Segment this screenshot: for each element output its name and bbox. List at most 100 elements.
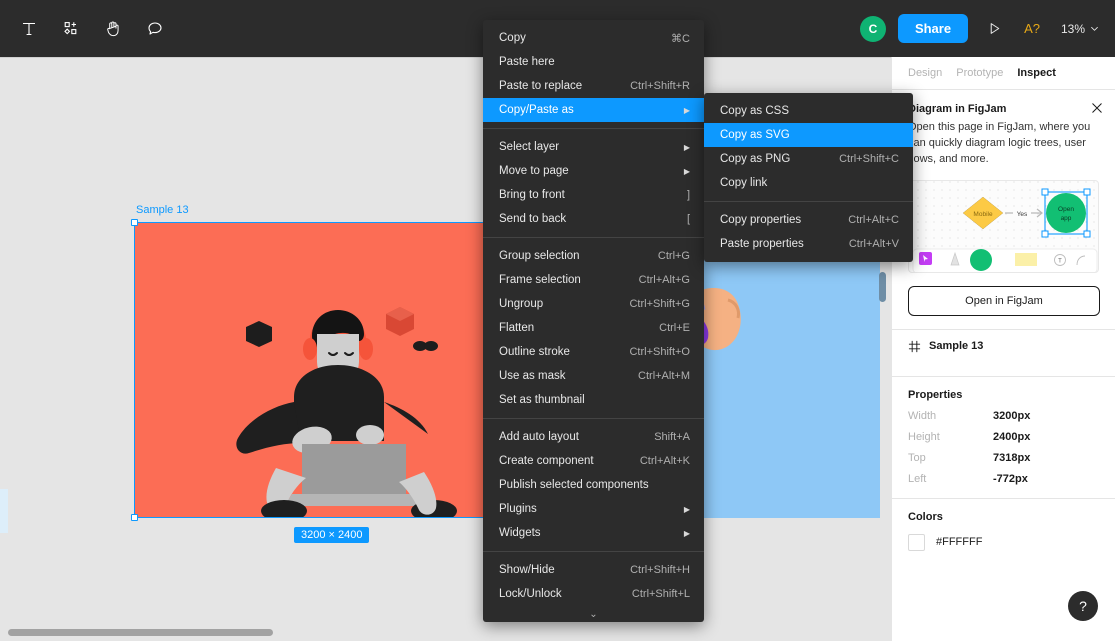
context-menu-item-paste-to-replace[interactable]: Paste to replace Ctrl+Shift+R: [483, 74, 704, 98]
context-menu-item-lock-unlock[interactable]: Lock/Unlock Ctrl+Shift+L: [483, 582, 704, 606]
context-menu-item-shortcut: Ctrl+Shift+L: [632, 588, 690, 600]
submenu-item-copy-properties[interactable]: Copy properties Ctrl+Alt+C: [704, 208, 913, 232]
context-menu-separator-2: [483, 237, 704, 238]
context-menu-item-label: Lock/Unlock: [499, 588, 612, 600]
context-menu-item-publish-selected-components[interactable]: Publish selected components: [483, 473, 704, 497]
copy-paste-as-submenu[interactable]: Copy as CSS Copy as SVG Copy as PNG Ctrl+Sh…: [704, 93, 913, 262]
context-menu-item-label: Use as mask: [499, 370, 618, 382]
context-menu-item-use-as-mask[interactable]: Use as maskCtrl+Alt+M: [483, 364, 704, 388]
property-value-height[interactable]: 2400px: [993, 431, 1030, 443]
context-menu-item-flatten[interactable]: FlattenCtrl+E: [483, 316, 704, 340]
help-button[interactable]: ?: [1068, 591, 1098, 621]
context-menu-item-label: Paste to replace: [499, 80, 610, 92]
context-menu-item-plugins[interactable]: Plugins▶: [483, 497, 704, 521]
present-button[interactable]: [976, 11, 1012, 47]
context-menu-item-group-selection[interactable]: Group selectionCtrl+G: [483, 244, 704, 268]
context-menu-item-create-component[interactable]: Create component Ctrl+Alt+K: [483, 449, 704, 473]
text-tool[interactable]: [9, 9, 49, 49]
context-menu-item-bring-to-front[interactable]: Bring to front]: [483, 183, 704, 207]
toolbar-right-controls: C Share A? 13%: [860, 11, 1115, 47]
context-menu-item-label: Move to page: [499, 165, 684, 177]
context-menu-item-label: Set as thumbnail: [499, 394, 690, 406]
close-icon-glyph: [1091, 102, 1103, 114]
chevron-right-icon: ▶: [684, 529, 690, 538]
submenu-item-copy-as-png[interactable]: Copy as PNG Ctrl+Shift+C: [704, 147, 913, 171]
submenu-item-label: Copy as SVG: [720, 129, 899, 141]
submenu-item-shortcut: Ctrl+Alt+C: [848, 214, 899, 226]
floating-cube-red: [386, 307, 414, 336]
context-menu-item-select-layer[interactable]: Select layer▶: [483, 135, 704, 159]
toolbar-left-tools: [0, 9, 176, 49]
zoom-control[interactable]: 13%: [1052, 16, 1105, 42]
context-menu-item-send-to-back[interactable]: Send to back[: [483, 207, 704, 231]
context-menu-separator-4: [483, 551, 704, 552]
context-menu-item-widgets[interactable]: Widgets▶: [483, 521, 704, 545]
play-icon: [987, 21, 1002, 36]
submenu-item-copy-link[interactable]: Copy link: [704, 171, 913, 195]
floating-cube-dark: [246, 321, 272, 347]
avatar[interactable]: C: [860, 16, 886, 42]
property-row-top: Top 7318px: [908, 452, 1099, 464]
color-row[interactable]: #FFFFFF: [908, 534, 1099, 551]
context-menu-scroll-down-chevron-down-icon[interactable]: ⌄: [483, 606, 704, 622]
context-menu-item-shortcut: ⌘C: [671, 32, 690, 45]
submenu-item-copy-as-css[interactable]: Copy as CSS: [704, 99, 913, 123]
figjam-promo-card: Diagram in FigJam Open this page in FigJ…: [892, 90, 1115, 273]
submenu-item-paste-properties[interactable]: Paste propertiesCtrl+Alt+V: [704, 232, 913, 256]
context-menu-item-copy[interactable]: Copy⌘C: [483, 26, 704, 50]
property-value-width[interactable]: 3200px: [993, 410, 1030, 422]
submenu-separator-1: [704, 201, 913, 202]
horizontal-scrollbar[interactable]: [8, 629, 273, 636]
accessibility-badge[interactable]: A?: [1014, 15, 1050, 42]
offscreen-frame-sliver: [0, 489, 8, 533]
frame-label-sample-13[interactable]: Sample 13: [136, 204, 189, 216]
hand-icon: [104, 19, 123, 38]
submenu-item-shortcut: Ctrl+Shift+C: [839, 153, 899, 165]
vertical-scrollbar[interactable]: [879, 272, 886, 302]
property-row-height: Height 2400px: [908, 431, 1099, 443]
frame-hash-icon: [908, 340, 921, 353]
components-tool[interactable]: [51, 9, 91, 49]
share-button[interactable]: Share: [898, 14, 968, 43]
context-menu-item-shortcut: ]: [687, 189, 690, 201]
comment-tool[interactable]: [135, 9, 175, 49]
submenu-item-label: Paste properties: [720, 238, 829, 250]
tab-inspect[interactable]: Inspect: [1017, 67, 1056, 79]
tab-design[interactable]: Design: [908, 67, 942, 79]
context-menu-item-show-hide[interactable]: Show/HideCtrl+Shift+H: [483, 558, 704, 582]
context-menu-item-paste-here[interactable]: Paste here: [483, 50, 704, 74]
context-menu-item-set-as-thumbnail[interactable]: Set as thumbnail: [483, 388, 704, 412]
submenu-item-copy-as-svg[interactable]: Copy as SVG: [704, 123, 913, 147]
close-icon[interactable]: [1089, 100, 1105, 116]
context-menu-item-shortcut: Ctrl+Shift+R: [630, 80, 690, 92]
context-menu-item-shortcut: Ctrl+Shift+O: [629, 346, 690, 358]
context-menu-item-frame-selection[interactable]: Frame selectionCtrl+Alt+G: [483, 268, 704, 292]
context-menu[interactable]: Copy⌘C Paste here Paste to replace Ctrl+Shi…: [483, 20, 704, 622]
context-menu-item-label: Paste here: [499, 56, 690, 68]
submenu-item-label: Copy as CSS: [720, 105, 899, 117]
context-menu-item-shortcut: Ctrl+Alt+K: [640, 455, 690, 467]
context-menu-item-ungroup[interactable]: UngroupCtrl+Shift+G: [483, 292, 704, 316]
context-menu-item-copy-paste-as[interactable]: Copy/Paste as▶: [483, 98, 704, 122]
context-menu-item-outline-stroke[interactable]: Outline strokeCtrl+Shift+O: [483, 340, 704, 364]
chevron-right-icon: ▶: [684, 167, 690, 176]
context-menu-item-label: Copy/Paste as: [499, 104, 684, 116]
property-key-left: Left: [908, 473, 993, 485]
submenu-item-label: Copy properties: [720, 214, 828, 226]
context-menu-item-add-auto-layout[interactable]: Add auto layoutShift+A: [483, 425, 704, 449]
context-menu-item-shortcut: Ctrl+G: [658, 250, 690, 262]
property-value-left[interactable]: -772px: [993, 473, 1028, 485]
context-menu-item-shortcut: Ctrl+Alt+G: [639, 274, 690, 286]
context-menu-separator-1: [483, 128, 704, 129]
tab-prototype[interactable]: Prototype: [956, 67, 1003, 79]
open-in-figjam-button[interactable]: Open in FigJam: [908, 286, 1100, 316]
property-value-top[interactable]: 7318px: [993, 452, 1030, 464]
chevron-right-icon: ▶: [684, 505, 690, 514]
hand-tool[interactable]: [93, 9, 133, 49]
property-key-height: Height: [908, 431, 993, 443]
context-menu-item-move-to-page[interactable]: Move to page▶: [483, 159, 704, 183]
zoom-level-label: 13%: [1061, 22, 1085, 36]
submenu-item-label: Copy as PNG: [720, 153, 819, 165]
context-menu-item-label: Create component: [499, 455, 620, 467]
selected-layer-row[interactable]: Sample 13: [892, 330, 1115, 363]
